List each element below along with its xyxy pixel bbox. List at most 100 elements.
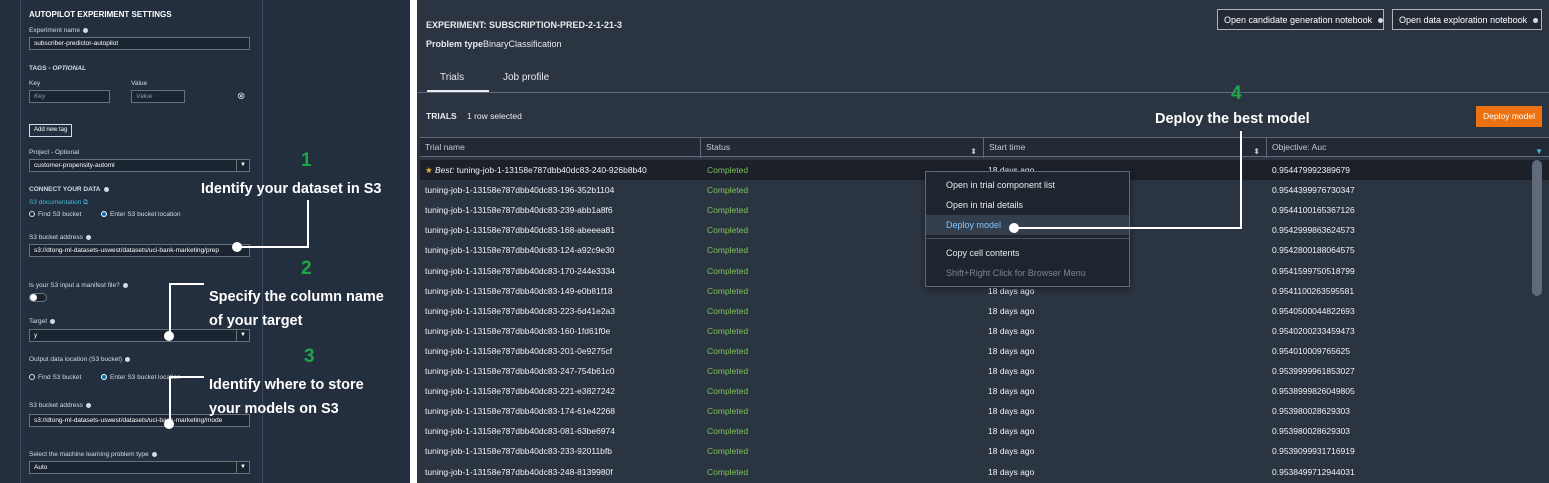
manifest-toggle[interactable] bbox=[29, 293, 47, 302]
table-row[interactable]: tuning-job-1-13158e787dbb40dc83-247-754b… bbox=[420, 361, 1549, 381]
add-new-tag-button[interactable]: Add new tag bbox=[29, 124, 73, 137]
enter-s3-location-radio[interactable]: Enter S3 bucket location bbox=[101, 211, 180, 218]
target-select[interactable]: y ▼ bbox=[29, 329, 250, 342]
cell-status[interactable]: Completed bbox=[707, 321, 748, 341]
open-candidate-notebook-button[interactable]: Open candidate generation notebook bbox=[1217, 9, 1384, 30]
table-row[interactable]: tuning-job-1-13158e787dbb40dc83-160-1fd6… bbox=[420, 321, 1549, 341]
cell-start-time[interactable]: 18 days ago bbox=[988, 361, 1034, 381]
cell-start-time[interactable]: 18 days ago bbox=[988, 462, 1034, 482]
cell-objective-auc[interactable]: 0.9540200233459473 bbox=[1272, 321, 1355, 341]
cell-trial-name[interactable]: tuning-job-1-13158e787dbb40dc83-124-a92c… bbox=[425, 240, 615, 260]
cell-status[interactable]: Completed bbox=[707, 421, 748, 441]
cell-status[interactable]: Completed bbox=[707, 462, 748, 482]
sort-descending-icon[interactable]: ▼ bbox=[1535, 142, 1543, 161]
cell-objective-auc[interactable]: 0.953980028629303 bbox=[1272, 401, 1350, 421]
cell-objective-auc[interactable]: 0.9544399976730347 bbox=[1272, 180, 1355, 200]
cell-status[interactable]: Completed bbox=[707, 361, 748, 381]
cell-start-time[interactable]: 18 days ago bbox=[988, 321, 1034, 341]
column-header-objective-auc[interactable]: Objective: Auc ▼ bbox=[1267, 138, 1549, 158]
table-row[interactable]: tuning-job-1-13158e787dbb40dc83-248-8139… bbox=[420, 462, 1549, 482]
table-row[interactable]: tuning-job-1-13158e787dbb40dc83-221-e382… bbox=[420, 381, 1549, 401]
info-icon[interactable] bbox=[85, 402, 91, 408]
tag-key-input[interactable]: Key bbox=[29, 90, 110, 103]
cell-start-time[interactable]: 18 days ago bbox=[988, 441, 1034, 461]
cell-trial-name[interactable]: ★ Best: tuning-job-1-13158e787dbb40dc83-… bbox=[425, 160, 647, 180]
cell-objective-auc[interactable]: 0.953980028629303 bbox=[1272, 421, 1350, 441]
cell-trial-name[interactable]: tuning-job-1-13158e787dbb40dc83-168-abee… bbox=[425, 220, 615, 240]
table-scrollbar[interactable] bbox=[1532, 160, 1542, 296]
cell-status[interactable]: Completed bbox=[707, 160, 748, 180]
column-header-trial-name[interactable]: Trial name bbox=[420, 138, 701, 158]
cell-trial-name[interactable]: tuning-job-1-13158e787dbb40dc83-248-8139… bbox=[425, 462, 613, 482]
info-icon[interactable] bbox=[151, 451, 157, 457]
table-row[interactable]: tuning-job-1-13158e787dbb40dc83-081-63be… bbox=[420, 421, 1549, 441]
cell-status[interactable]: Completed bbox=[707, 401, 748, 421]
radio-selected-icon[interactable] bbox=[101, 374, 107, 381]
table-row[interactable]: tuning-job-1-13158e787dbb40dc83-223-6d41… bbox=[420, 301, 1549, 321]
cell-trial-name[interactable]: tuning-job-1-13158e787dbb40dc83-081-63be… bbox=[425, 421, 615, 441]
menu-item-open-trial-component-list[interactable]: Open in trial component list bbox=[926, 175, 1129, 195]
cell-start-time[interactable]: 18 days ago bbox=[988, 341, 1034, 361]
cell-objective-auc[interactable]: 0.9539999961853027 bbox=[1272, 361, 1355, 381]
column-header-start-time[interactable]: Start time ⬍ bbox=[984, 138, 1267, 158]
cell-trial-name[interactable]: tuning-job-1-13158e787dbb40dc83-149-e0b8… bbox=[425, 281, 613, 301]
cell-objective-auc[interactable]: 0.9540500044822693 bbox=[1272, 301, 1355, 321]
cell-objective-auc[interactable]: 0.9539099931716919 bbox=[1272, 441, 1355, 461]
cell-trial-name[interactable]: tuning-job-1-13158e787dbb40dc83-247-754b… bbox=[425, 361, 615, 381]
cell-objective-auc[interactable]: 0.9542999863624573 bbox=[1272, 220, 1355, 240]
radio-selected-icon[interactable] bbox=[101, 211, 107, 218]
s3-address-input[interactable]: s3://dtong-ml-datasets-uswest/datasets/u… bbox=[29, 244, 250, 257]
s3-documentation-link-text[interactable]: S3 documentation bbox=[29, 199, 81, 206]
cell-objective-auc[interactable]: 0.9538499712944031 bbox=[1272, 462, 1355, 482]
cell-status[interactable]: Completed bbox=[707, 180, 748, 200]
cell-status[interactable]: Completed bbox=[707, 381, 748, 401]
info-icon[interactable] bbox=[103, 186, 109, 192]
menu-item-deploy-model[interactable]: Deploy model bbox=[926, 215, 1129, 235]
column-header-status[interactable]: Status ⬍ bbox=[701, 138, 984, 158]
tag-value-input[interactable]: Value bbox=[131, 90, 185, 103]
project-select[interactable]: customer-propensity-automl ▼ bbox=[29, 159, 250, 172]
experiment-name-input[interactable]: subscriber-predictor-autopilot bbox=[29, 37, 250, 50]
info-icon[interactable] bbox=[82, 27, 88, 33]
cell-trial-name[interactable]: tuning-job-1-13158e787dbb40dc83-221-e382… bbox=[425, 381, 615, 401]
cell-start-time[interactable]: 18 days ago bbox=[988, 421, 1034, 441]
radio-icon[interactable] bbox=[29, 211, 35, 218]
cell-objective-auc[interactable]: 0.9541100263595581 bbox=[1272, 281, 1354, 301]
cell-status[interactable]: Completed bbox=[707, 200, 748, 220]
tab-trials[interactable]: Trials bbox=[440, 72, 464, 83]
info-icon[interactable] bbox=[50, 318, 56, 324]
cell-start-time[interactable]: 18 days ago bbox=[988, 381, 1034, 401]
cell-status[interactable]: Completed bbox=[707, 341, 748, 361]
cell-status[interactable]: Completed bbox=[707, 281, 748, 301]
s3-documentation-link[interactable]: S3 documentation ⧉ bbox=[29, 199, 88, 207]
find-s3-bucket-radio[interactable]: Find S3 bucket bbox=[29, 211, 81, 218]
cell-objective-auc[interactable]: 0.9544100165367126 bbox=[1272, 200, 1355, 220]
open-exploration-notebook-button[interactable]: Open data exploration notebook bbox=[1392, 9, 1542, 30]
cell-trial-name[interactable]: tuning-job-1-13158e787dbb40dc83-170-244e… bbox=[425, 261, 615, 281]
cell-trial-name[interactable]: tuning-job-1-13158e787dbb40dc83-196-352b… bbox=[425, 180, 614, 200]
cell-objective-auc[interactable]: 0.9542800188064575 bbox=[1272, 240, 1355, 260]
sort-icon[interactable]: ⬍ bbox=[970, 142, 977, 161]
table-row[interactable]: tuning-job-1-13158e787dbb40dc83-233-9201… bbox=[420, 441, 1549, 461]
info-icon[interactable] bbox=[85, 234, 91, 240]
cell-trial-name[interactable]: tuning-job-1-13158e787dbb40dc83-223-6d41… bbox=[425, 301, 615, 321]
cell-trial-name[interactable]: tuning-job-1-13158e787dbb40dc83-233-9201… bbox=[425, 441, 612, 461]
cell-start-time[interactable]: 18 days ago bbox=[988, 301, 1034, 321]
output-find-bucket-radio[interactable]: Find S3 bucket bbox=[29, 374, 81, 381]
info-icon[interactable] bbox=[125, 356, 131, 362]
info-icon[interactable] bbox=[122, 282, 128, 288]
cell-objective-auc[interactable]: 0.9538999826049805 bbox=[1272, 381, 1355, 401]
cell-status[interactable]: Completed bbox=[707, 261, 748, 281]
cell-status[interactable]: Completed bbox=[707, 441, 748, 461]
cell-trial-name[interactable]: tuning-job-1-13158e787dbb40dc83-174-61e4… bbox=[425, 401, 615, 421]
cell-trial-name[interactable]: tuning-job-1-13158e787dbb40dc83-160-1fd6… bbox=[425, 321, 610, 341]
cell-status[interactable]: Completed bbox=[707, 240, 748, 260]
radio-icon[interactable] bbox=[29, 374, 35, 381]
deploy-model-button[interactable]: Deploy model bbox=[1476, 106, 1542, 127]
info-icon[interactable] bbox=[1377, 18, 1383, 24]
cell-start-time[interactable]: 18 days ago bbox=[988, 401, 1034, 421]
remove-tag-icon[interactable]: ⊗ bbox=[237, 91, 245, 102]
cell-status[interactable]: Completed bbox=[707, 301, 748, 321]
cell-trial-name[interactable]: tuning-job-1-13158e787dbb40dc83-201-0e92… bbox=[425, 341, 612, 361]
menu-item-copy-cell-contents[interactable]: Copy cell contents bbox=[926, 243, 1129, 263]
